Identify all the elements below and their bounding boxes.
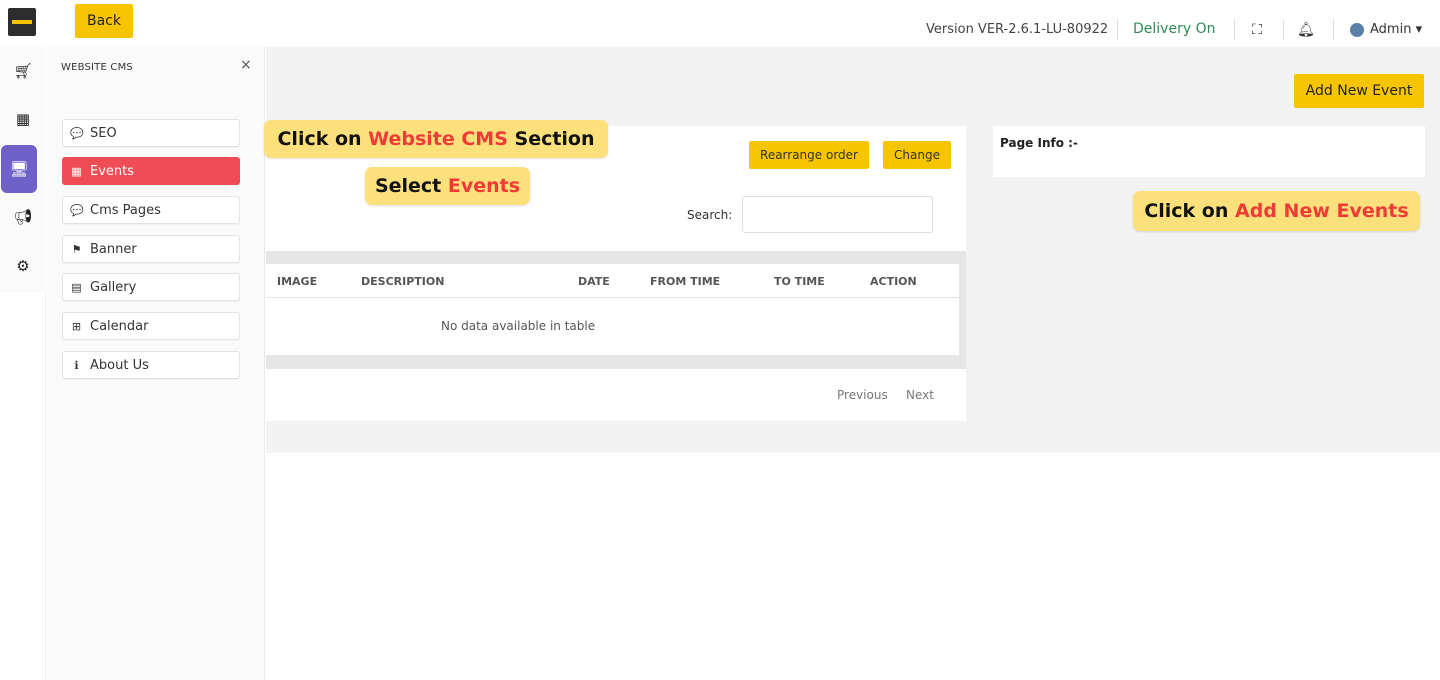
monitor-icon[interactable]: 🖥︎ (1, 145, 37, 193)
icon-rail: 🛒︎ ▦ 🖥︎ 📢︎ ⚙ (0, 47, 46, 680)
tutorial-callout-website-cms: Click on Website CMS Section (264, 120, 608, 158)
close-icon[interactable]: × (240, 57, 252, 73)
page-info-card (993, 126, 1425, 177)
menu-item-label: Gallery (90, 279, 137, 295)
top-header: Back Version VER-2.6.1-LU-80922 Delivery… (0, 0, 1440, 47)
file-image-icon: ▤ (71, 280, 82, 294)
app-root: Back Version VER-2.6.1-LU-80922 Delivery… (0, 0, 1440, 680)
callout-highlight: Website CMS (368, 128, 508, 150)
menu-item-seo[interactable]: 💬 SEO (62, 119, 240, 147)
menu-item-label: Calendar (90, 318, 149, 334)
column-header-description[interactable]: DESCRIPTION (361, 275, 444, 288)
callout-text: Select (374, 175, 448, 197)
menu-item-about-us[interactable]: ℹ About Us (62, 351, 240, 379)
header-divider (1283, 20, 1284, 40)
back-button[interactable]: Back (75, 4, 133, 38)
menu-item-label: SEO (90, 125, 117, 141)
header-divider (1333, 20, 1334, 40)
rearrange-order-button[interactable]: Rearrange order (749, 141, 869, 169)
column-header-image[interactable]: IMAGE (277, 275, 317, 288)
menu-item-cms-pages[interactable]: 💬 Cms Pages (62, 196, 240, 224)
table-empty-message: No data available in table (441, 319, 596, 333)
menu-item-label: Banner (90, 241, 137, 257)
menu-item-gallery[interactable]: ▤ Gallery (62, 273, 240, 301)
menu-item-calendar[interactable]: ⊞ Calendar (62, 312, 240, 340)
comments-icon: 💬 (70, 126, 84, 140)
menu-item-label: About Us (90, 357, 149, 373)
menu-item-banner[interactable]: ⚑ Banner (62, 235, 240, 263)
calculator-icon[interactable]: ▦ (0, 99, 46, 139)
header-divider (1234, 20, 1235, 40)
user-label: Admin ▾ (1370, 22, 1423, 37)
delivery-status[interactable]: Delivery On (1133, 21, 1215, 37)
column-header-date[interactable]: DATE (578, 275, 610, 288)
callout-highlight: Add New Events (1235, 200, 1409, 222)
info-circle-icon: ℹ (74, 358, 79, 372)
menu-item-label: Cms Pages (90, 202, 161, 218)
fullscreen-icon[interactable]: ⛶ (1249, 22, 1265, 38)
table-header-divider (266, 297, 959, 298)
gear-icon[interactable]: ⚙ (0, 246, 46, 286)
search-label: Search: (687, 208, 733, 222)
pagination-previous[interactable]: Previous (837, 388, 888, 402)
megaphone-icon[interactable]: 📢︎ (0, 197, 46, 237)
comments-icon: 💬 (70, 203, 84, 217)
tutorial-callout-select-events: Select Events (365, 167, 530, 205)
column-header-to-time[interactable]: TO TIME (774, 275, 825, 288)
callout-text: Click on (1144, 200, 1236, 222)
bell-icon[interactable]: 🔔︎ (1297, 22, 1315, 38)
menu-item-label: Events (90, 163, 135, 179)
version-text: Version VER-2.6.1-LU-80922 (926, 22, 1109, 37)
avatar-icon (1350, 22, 1364, 37)
column-header-from-time[interactable]: FROM TIME (650, 275, 720, 288)
menu-item-events[interactable]: ▦ Events (62, 157, 240, 185)
search-input[interactable] (742, 196, 933, 233)
column-header-action[interactable]: ACTION (870, 275, 917, 288)
calendar-icon: ▦ (71, 164, 82, 178)
pagination-next[interactable]: Next (906, 388, 934, 402)
tutorial-callout-add-new-events: Click on Add New Events (1133, 191, 1420, 231)
user-menu[interactable]: Admin ▾ (1350, 22, 1422, 37)
callout-text: Click on (277, 128, 369, 150)
website-cms-panel: WEBSITE CMS × 💬 SEO ▦ Events 💬 Cms Pages… (47, 47, 265, 680)
flag-icon: ⚑ (71, 242, 82, 256)
logo-icon[interactable] (8, 8, 36, 36)
header-divider (1117, 20, 1118, 40)
add-new-event-button[interactable]: Add New Event (1294, 74, 1424, 108)
page-info-label: Page Info :- (1000, 136, 1078, 150)
callout-text: Section (507, 128, 595, 150)
cart-icon[interactable]: 🛒︎ (0, 51, 46, 91)
change-button[interactable]: Change (883, 141, 951, 169)
callout-highlight: Events (447, 175, 521, 197)
panel-title: WEBSITE CMS (61, 62, 133, 73)
plus-square-icon: ⊞ (71, 319, 82, 333)
